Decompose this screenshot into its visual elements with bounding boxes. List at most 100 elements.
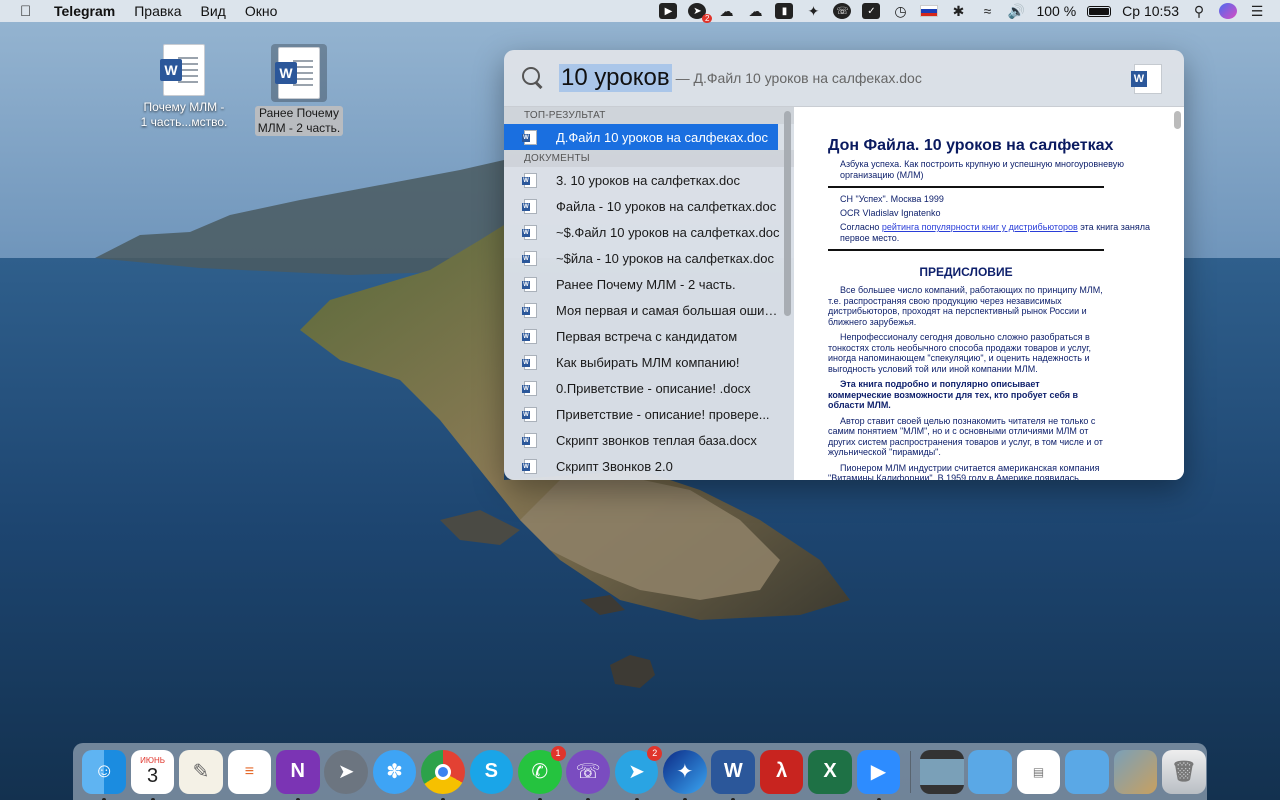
word-letter-icon: W [1131,71,1147,87]
document-result-row[interactable]: 0.Приветствие - описание! .docx [504,375,794,401]
word-letter-icon: W [275,62,297,84]
result-label: Первая встреча с кандидатом [556,328,738,344]
cloud-upload-icon-2[interactable]: ☁ [746,3,764,19]
safari-icon[interactable]: ✽ [372,749,417,794]
skype-icon[interactable]: S [469,749,514,794]
wifi-icon[interactable]: ≈ [978,3,996,19]
label-line1: Ранее Почему [259,106,339,120]
whatsapp-icon[interactable]: ✆ 1 [517,745,566,800]
desktop-file-icon[interactable]: W Почему МЛМ - 1 часть...мство. [129,44,239,131]
preview-paragraph: Автор ставит своей целью познакомить чит… [828,415,1103,458]
word-document-icon [522,406,537,422]
image-stack-icon[interactable] [1113,749,1158,794]
viber-icon[interactable]: ☏ [833,3,852,19]
top-result-row[interactable]: Д.Файл 10 уроков на салфеках.doc [504,124,778,150]
preview-divider-2 [828,249,1104,251]
preview-subtitle: Азбука успеха. Как построить крупную и у… [840,159,1124,180]
preview-paragraph: Пионером МЛМ индустрии считается америка… [828,462,1100,481]
trash-icon[interactable]: 🗑 [1161,749,1206,794]
document-result-row[interactable]: Приветствие - описание! провере... [504,401,794,427]
menu-view[interactable]: Вид [201,3,226,19]
document-result-row[interactable]: 3. 10 уроков на салфетках.doc [504,167,794,193]
calendar-icon[interactable]: ИЮНЬ 3 [130,749,175,800]
excel-icon[interactable]: X [808,749,852,794]
spotlight-search-icon[interactable]: ⚲ [1190,3,1208,19]
recent-video-icon[interactable] [920,749,964,794]
swift-app-icon[interactable]: ✦ [663,749,707,800]
document-result-row[interactable]: Как выбирать МЛМ компанию! [504,349,794,375]
onenote-icon[interactable]: N [275,749,320,800]
telegram-badge-icon[interactable]: ➤ 2 [688,3,713,23]
word-document-icon [522,432,537,448]
word-document-icon [522,250,537,266]
document-stack-icon[interactable]: ▤ [1016,749,1061,794]
spotlight-completion-hint: — Д.Файл 10 уроков на салфеках.doc [675,70,922,86]
rating-link[interactable]: рейтинга популярности книг у дистрибьюто… [882,222,1078,232]
preview-paragraph: Все большее число компаний, работающих п… [828,285,1103,327]
word-document-icon [522,302,537,318]
word-letter-icon: W [160,59,182,81]
result-label: Скрипт звонков теплая база.docx [556,432,757,448]
word-letter: W [723,760,743,782]
document-preview: Дон Файла. 10 уроков на салфетках Азбука… [794,107,1184,480]
menu-window[interactable]: Окно [245,3,278,19]
menu-edit[interactable]: Правка [134,3,181,19]
document-result-row[interactable]: Скрипт звонков теплая база.docx [504,427,794,453]
label-line2: 1 часть...мство. [140,115,228,129]
bookmark-icon[interactable]: ▮ [775,3,794,19]
document-result-row[interactable]: Файла - 10 уроков на салфетках.doc [504,193,794,219]
menu-app-name[interactable]: Telegram [54,3,115,19]
launchpad-icon[interactable]: ➤ [324,749,368,794]
checkmark-icon[interactable]: ✓ [862,3,881,19]
battery-icon[interactable] [1087,5,1112,17]
chrome-icon[interactable] [421,749,465,800]
viber-app-icon[interactable]: ☏ [566,749,610,800]
document-result-row[interactable]: Моя первая и самая большая ошиб... [504,297,794,323]
word-document-icon: W [275,47,320,99]
word-app-icon: W [1131,64,1162,94]
spotlight-body: ТОП-РЕЗУЛЬТАТ Д.Файл 10 уроков на салфек… [504,106,1184,480]
acrobat-icon[interactable]: λ [759,749,804,794]
apple-menu-icon[interactable]:  [20,3,38,20]
document-result-row[interactable]: ~$йла - 10 уроков на салфетках.doc [504,245,794,271]
time-machine-icon[interactable]: ◷ [891,3,909,19]
bluetooth-icon[interactable]: ✱ [949,3,967,19]
textedit-icon[interactable]: ✎ [179,749,223,794]
reminders-icon[interactable]: ≡ [227,749,272,794]
result-label: Моя первая и самая большая ошиб... [556,302,781,318]
preview-paragraph: Непрофессионалу сегодня довольно сложно … [828,332,1091,374]
preview-rating-line: Согласно рейтинга популярности книг у ди… [840,222,1150,244]
swift-icon[interactable]: ✦ [804,3,822,19]
label-line2: МЛМ - 2 часть. [257,121,341,135]
document-result-row[interactable]: Скрипт Звонков 2.0 [504,453,794,479]
document-result-row[interactable]: Первая встреча с кандидатом [504,323,794,349]
spotlight-search-input[interactable]: 10 уроков [559,64,672,92]
zoom-app-icon[interactable]: ▶ [856,749,901,800]
cloud-upload-icon[interactable]: ☁ [717,3,735,19]
folder-icon[interactable] [968,749,1013,794]
siri-icon[interactable] [1219,3,1237,19]
desktop-file-label: Почему МЛМ - 1 часть...мство. [138,100,231,130]
volume-icon[interactable]: 🔊 [1007,3,1025,19]
document-result-row[interactable]: Ранее Почему МЛМ - 2 часть. [504,271,794,297]
result-label: Как выбирать МЛМ компанию! [556,354,740,370]
result-label: Приветствие - описание! провере... [556,406,770,422]
preview-title: Дон Файла. 10 уроков на салфетках [828,137,1114,154]
notification-center-icon[interactable]: ☰ [1248,3,1266,19]
finder-icon[interactable]: ☺ [82,749,126,800]
downloads-folder-icon[interactable] [1065,749,1109,794]
results-scrollbar[interactable] [784,111,791,316]
word-icon[interactable]: W [711,749,756,800]
clock[interactable]: Ср 10:53 [1122,3,1179,19]
word-document-icon [522,380,537,396]
russian-flag-icon[interactable] [920,5,939,17]
preview-publisher: СН "Успех". Москва 1999 [840,194,944,204]
result-label: Файла - 10 уроков на салфетках.doc [556,198,777,214]
document-result-row[interactable]: ~$.Файл 10 уроков на салфетках.doc [504,219,794,245]
zoom-icon[interactable]: ▶ [659,3,678,19]
whatsapp-badge: 1 [550,745,566,761]
telegram-app-icon[interactable]: ➤ 2 [614,745,663,800]
preview-scrollbar[interactable] [1174,111,1181,129]
desktop-file-icon-selected[interactable]: W Ранее Почему МЛМ - 2 часть. [244,44,354,137]
skype-letter: S [484,760,498,782]
